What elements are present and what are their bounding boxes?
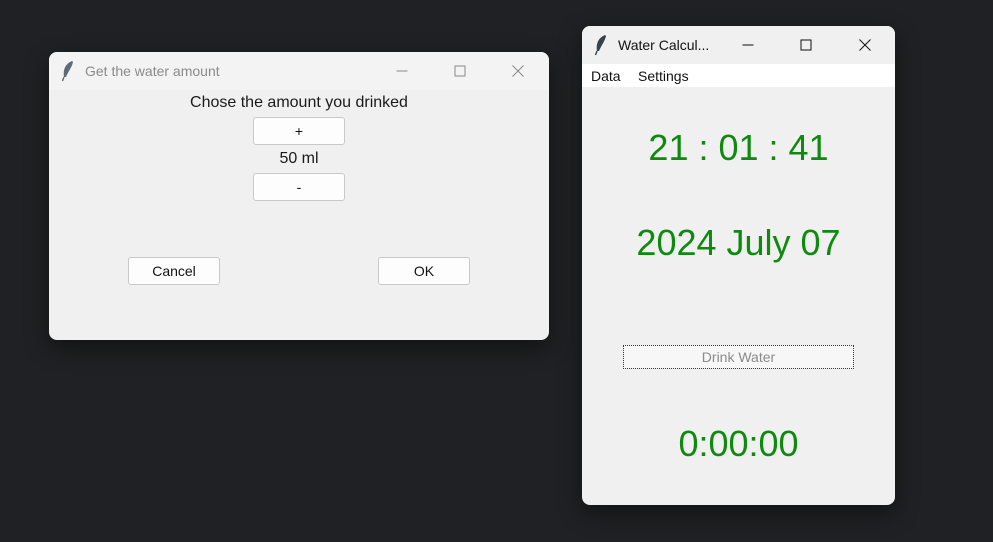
- dialog-window: Get the water amount Chose the amount yo…: [49, 52, 549, 340]
- maximize-icon[interactable]: [437, 52, 483, 90]
- dialog-title: Get the water amount: [85, 63, 220, 79]
- minimize-icon[interactable]: [725, 26, 771, 64]
- app-feather-icon: [593, 34, 609, 56]
- main-window: Water Calcul... Data Settings 21 : 01 : …: [582, 26, 895, 505]
- dialog-titlebar[interactable]: Get the water amount: [49, 52, 549, 90]
- increase-button[interactable]: +: [253, 117, 345, 145]
- main-titlebar[interactable]: Water Calcul...: [582, 26, 895, 64]
- close-icon[interactable]: [842, 26, 888, 64]
- menu-bar: Data Settings: [582, 64, 895, 87]
- menu-data[interactable]: Data: [591, 68, 621, 84]
- ok-button[interactable]: OK: [378, 257, 470, 285]
- amount-prompt: Chose the amount you drinked: [190, 94, 408, 111]
- amount-value: 50 ml: [279, 150, 319, 167]
- cancel-button[interactable]: Cancel: [128, 257, 220, 285]
- elapsed-timer: 0:00:00: [678, 423, 799, 464]
- close-icon[interactable]: [495, 52, 541, 90]
- decrease-button[interactable]: -: [253, 173, 345, 201]
- drink-water-button[interactable]: Drink Water: [623, 345, 854, 369]
- minimize-icon[interactable]: [379, 52, 425, 90]
- maximize-icon[interactable]: [783, 26, 829, 64]
- app-feather-icon: [60, 60, 76, 82]
- menu-settings[interactable]: Settings: [638, 68, 689, 84]
- main-title: Water Calcul...: [618, 37, 710, 53]
- clock-time: 21 : 01 : 41: [648, 127, 829, 168]
- clock-date: 2024 July 07: [636, 222, 841, 263]
